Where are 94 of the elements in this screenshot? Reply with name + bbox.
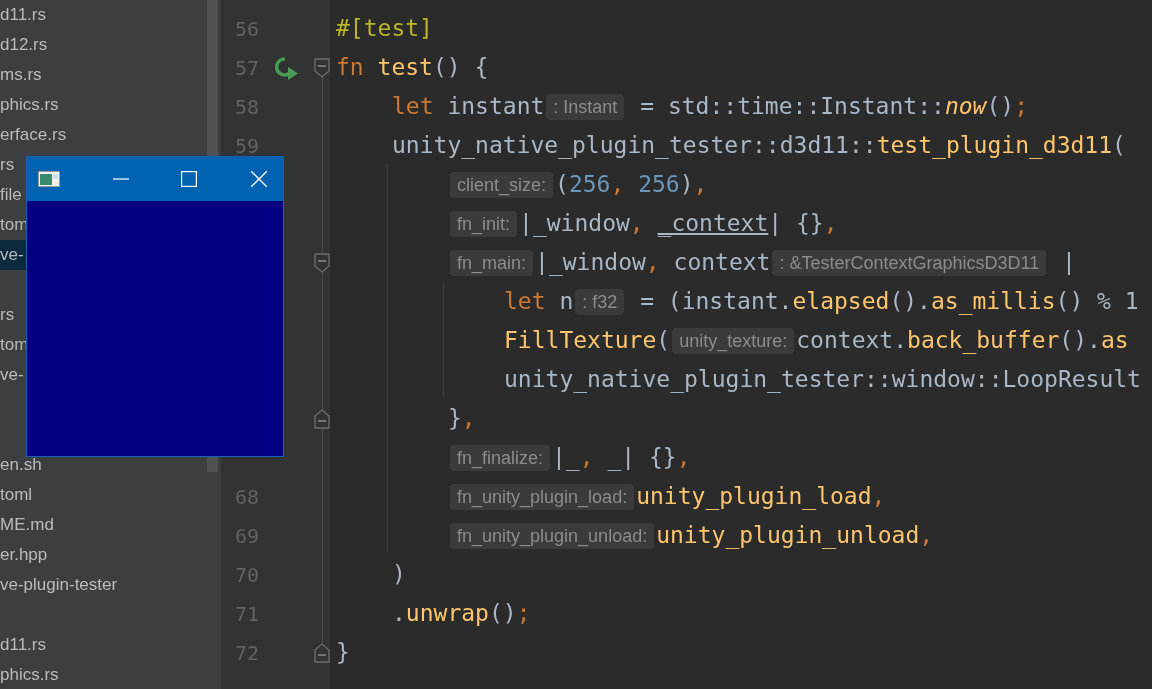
file-name[interactable]: phics.rs (0, 662, 59, 688)
code-token: n (558, 287, 574, 317)
code-token: , (579, 443, 595, 473)
file-name[interactable]: ms.rs (0, 62, 42, 88)
code-token: () { (432, 53, 489, 83)
minimize-icon (113, 178, 129, 180)
code-token: context (673, 248, 771, 278)
code-token: ( (555, 170, 569, 200)
file-name[interactable]: file (0, 182, 22, 208)
code-token: , (676, 443, 691, 473)
inlay-hint: fn_finalize: (450, 444, 551, 471)
code-token: now (944, 92, 987, 122)
code-token: | {} (768, 209, 824, 239)
inlay-hint: : Instant (546, 93, 625, 120)
code-token: unity_native_plugin_tester::window::LoopResult (504, 365, 1141, 395)
maximize-icon (181, 171, 197, 187)
code-token: , (823, 209, 838, 239)
code-token: instant (446, 92, 545, 122)
code-token: , (629, 209, 645, 239)
code-token: unity_plugin_load (636, 482, 872, 512)
file-name[interactable]: phics.rs (0, 92, 59, 118)
file-name[interactable]: d12.rs (0, 32, 48, 58)
file-name[interactable]: rs (0, 152, 15, 178)
code-token: test (376, 53, 433, 83)
code-token: fn (336, 53, 364, 83)
code-token: as (1100, 326, 1129, 356)
code-token: #[test] (336, 14, 433, 44)
code-token: } (448, 404, 462, 434)
code-token: () % 1 (1055, 287, 1139, 317)
code-token: elapsed (792, 287, 890, 317)
file-name[interactable]: d11.rs (0, 2, 46, 28)
code-token: ; (1014, 92, 1028, 122)
file-name[interactable]: rs (0, 302, 15, 328)
code-token: back_buffer (907, 326, 1060, 356)
file-name[interactable]: d11.rs (0, 632, 46, 658)
code-token: FillTexture (504, 326, 657, 356)
code-token: , (610, 170, 626, 200)
fold-icon[interactable] (314, 252, 330, 273)
inlay-hint: client_size: (450, 171, 554, 198)
inlay-hint: : f32 (575, 288, 625, 315)
code-token: = std::time::Instant:: (639, 92, 945, 122)
code-token: = (instant. (639, 287, 793, 317)
code-token: ) (392, 560, 406, 590)
code-token: 256 (568, 170, 611, 200)
code-token: , (919, 521, 934, 551)
code-token: } (336, 638, 350, 668)
code-token: unity_native_plugin_tester::d3d11:: (392, 131, 877, 161)
code-token: , (461, 404, 476, 434)
code-token: () (488, 599, 517, 629)
file-name[interactable]: en.sh (0, 452, 42, 478)
inlay-hint: fn_unity_plugin_load: (450, 483, 635, 510)
code-token: 256 (638, 170, 680, 200)
file-name[interactable]: ve- (0, 362, 24, 388)
code-token: unwrap (405, 599, 489, 629)
file-name[interactable]: ME.md (0, 512, 54, 538)
file-name[interactable]: erface.rs (0, 122, 67, 148)
fold-icon[interactable] (314, 408, 330, 429)
code-token: let (392, 92, 434, 122)
inlay-hint: fn_main: (450, 249, 534, 276)
code-token: _context (657, 209, 769, 239)
code-token: ( (1112, 131, 1126, 161)
code-token: |_window (535, 248, 646, 278)
code-token: test_plugin_d3d11 (876, 131, 1113, 161)
code-token: ) (679, 170, 694, 200)
code-token: | (1061, 248, 1076, 278)
file-name[interactable]: toml (0, 482, 33, 508)
inlay-hint: fn_init: (450, 210, 518, 237)
app-icon (38, 171, 60, 187)
close-icon (251, 171, 267, 187)
file-name[interactable]: ve- (0, 242, 24, 268)
code-token: () (986, 92, 1015, 122)
fold-icon[interactable] (314, 57, 330, 78)
file-name[interactable]: er.hpp (0, 542, 48, 568)
inlay-hint: : &TesterContextGraphicsD3D11 (772, 249, 1047, 276)
code-token: , (871, 482, 886, 512)
code-token: _| {} (607, 443, 677, 473)
code-token: . (392, 599, 406, 629)
code-token: , (693, 170, 708, 200)
code-token: (). (1059, 326, 1101, 356)
code-token: |_ (552, 443, 580, 473)
code-token: context. (796, 326, 908, 356)
code-token: let (504, 287, 546, 317)
code-token: ; (516, 599, 531, 629)
file-name[interactable]: ve-plugin-tester (0, 572, 118, 598)
inlay-hint: fn_unity_plugin_unload: (450, 522, 655, 549)
code-token: unity_plugin_unload (656, 521, 920, 551)
code-token: (). (889, 287, 931, 317)
fold-icon[interactable] (314, 642, 330, 663)
code-token: , (645, 248, 661, 278)
code-token: as_millis (930, 287, 1056, 317)
code-token: ( (656, 326, 671, 356)
inlay-hint: unity_texture: (672, 327, 795, 354)
code-token: |_window (519, 209, 630, 239)
run-icon[interactable] (273, 55, 300, 80)
